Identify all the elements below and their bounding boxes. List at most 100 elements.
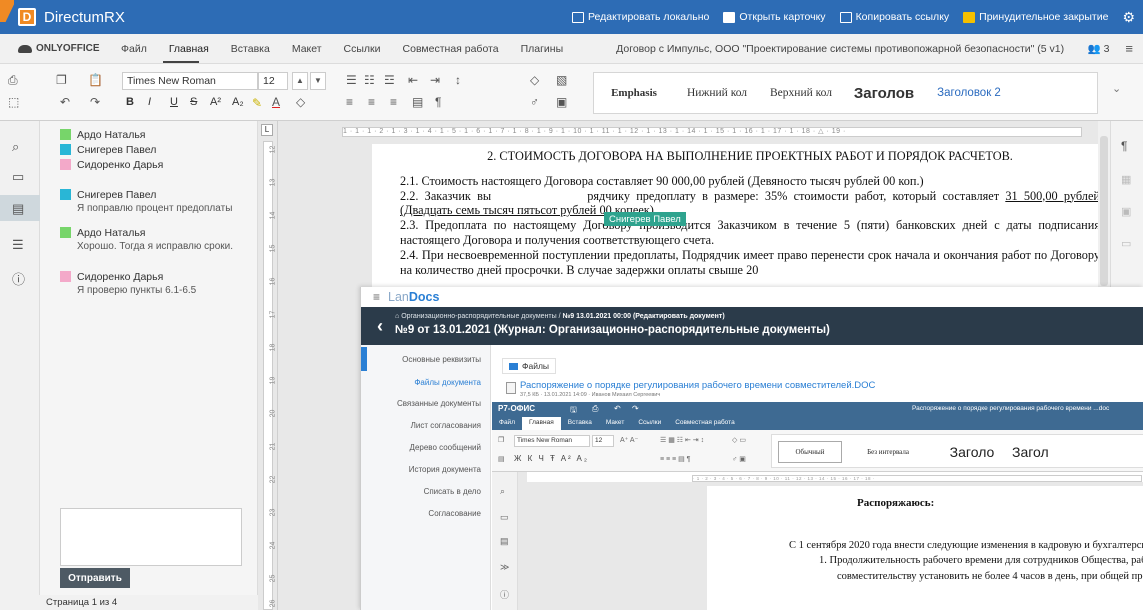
bold-button[interactable]: B — [126, 96, 134, 108]
r7-style-heading-1[interactable]: Заголо — [932, 435, 1012, 469]
line-spacing-icon[interactable]: ↕ — [455, 74, 461, 86]
comments-icon[interactable]: ▭ — [12, 169, 24, 185]
r7-search-icon[interactable]: ⌕ — [500, 486, 505, 497]
select-all-icon[interactable]: ⬚ — [8, 96, 19, 108]
nav-approval-sheet[interactable]: Лист согласования — [361, 421, 481, 430]
search-icon[interactable]: ⌕ — [12, 139, 19, 155]
chat-icon[interactable]: ▤ — [12, 201, 24, 217]
print-icon[interactable]: ⎙ — [8, 74, 18, 86]
file-row[interactable]: Распоряжение о порядке регулирования раб… — [502, 380, 1142, 402]
r7-painter-icon[interactable]: ♂ ▣ — [732, 455, 746, 463]
comment-item[interactable]: Сидоренко Дарья Я проверю пункты 6.1-6.5 — [60, 270, 196, 296]
paste-icon[interactable]: 📋 — [88, 74, 103, 86]
undo-icon[interactable]: ↶ — [60, 96, 70, 108]
copy-icon[interactable]: ❐ — [56, 74, 67, 86]
r7-tab-home[interactable]: Главная — [521, 417, 561, 430]
font-size-select[interactable]: 12 — [258, 72, 288, 90]
navigation-icon[interactable]: ☰ — [12, 237, 24, 253]
menu-plugins[interactable]: Плагины — [510, 43, 575, 55]
style-heading-1[interactable]: Заголов — [842, 73, 926, 113]
r7-tab-references[interactable]: Ссылки — [631, 417, 668, 430]
comment-item[interactable]: Ардо Наталья Хорошо. Тогда я исправлю ср… — [60, 226, 233, 252]
font-color-icon[interactable]: A — [272, 96, 280, 108]
redo-icon[interactable]: ↷ — [90, 96, 100, 108]
r7-chat-icon[interactable]: ▤ — [500, 536, 509, 547]
r7-navigation-icon[interactable]: ≫ — [500, 562, 509, 573]
font-name-select[interactable]: Times New Roman — [122, 72, 258, 90]
indent-decrease-icon[interactable]: ⇤ — [408, 74, 418, 86]
r7-style-no-spacing[interactable]: Без интервала — [852, 435, 924, 469]
r7-font-size-select[interactable]: 12 — [592, 435, 614, 447]
menu-collaboration[interactable]: Совместная работа — [392, 43, 510, 55]
comment-item[interactable]: Снигерев Павел Я поправлю процент предоп… — [60, 188, 232, 214]
r7-undo-icon[interactable]: ↶ — [614, 404, 621, 413]
r7-document-page[interactable]: Распоряжаюсь: С 1 сентября 2020 года вне… — [707, 486, 1143, 610]
back-icon[interactable]: ‹ — [377, 316, 383, 337]
menu-references[interactable]: Ссылки — [333, 43, 392, 55]
subscript-button[interactable]: A₂ — [232, 96, 244, 108]
nav-linked-documents[interactable]: Связанные документы — [361, 399, 481, 408]
files-button[interactable]: Файлы — [502, 358, 557, 374]
r7-copy-icon[interactable]: ❐ — [498, 436, 504, 444]
image-settings-icon[interactable]: ▣ — [1121, 205, 1131, 218]
r7-comments-icon[interactable]: ▭ — [500, 512, 509, 523]
comment-input[interactable] — [60, 508, 242, 566]
r7-tab-layout[interactable]: Макет — [599, 417, 631, 430]
r7-tab-file[interactable]: Файл — [492, 417, 522, 430]
strikethrough-button[interactable]: S — [190, 96, 197, 108]
style-emphasis[interactable]: Emphasis — [594, 73, 674, 113]
menu-icon[interactable]: ≡ — [373, 290, 380, 304]
shape-settings-icon[interactable]: ▭ — [1121, 237, 1131, 250]
r7-shading-icon[interactable]: ◇ ▭ — [732, 436, 746, 444]
r7-info-icon[interactable]: ⓘ — [500, 588, 509, 601]
r7-tab-insert[interactable]: Вставка — [561, 417, 599, 430]
menu-insert[interactable]: Вставка — [220, 43, 281, 55]
r7-style-heading-2[interactable]: Загол — [1012, 435, 1092, 469]
r7-font-grow-icon[interactable]: A⁺ A⁻ — [620, 436, 638, 444]
r7-print-icon[interactable]: ⎙ — [592, 404, 598, 414]
bullets-icon[interactable]: ☰ — [346, 74, 357, 86]
increase-font-button[interactable]: ▲ — [292, 72, 308, 90]
paragraph-icon[interactable]: ¶ — [435, 96, 441, 108]
menu-icon[interactable]: ≡ — [1125, 41, 1133, 56]
align-right-icon[interactable]: ≡ — [390, 96, 397, 108]
home-icon[interactable]: ⌂ — [395, 313, 399, 320]
nav-approval[interactable]: Согласование — [361, 509, 481, 518]
info-icon[interactable]: ⓘ — [12, 269, 25, 288]
scrollbar-thumb[interactable] — [1100, 136, 1108, 286]
numbering-icon[interactable]: ☷ — [364, 74, 375, 86]
justify-icon[interactable]: ▤ — [412, 96, 423, 108]
r7-redo-icon[interactable]: ↷ — [632, 404, 639, 413]
copy-link-button[interactable]: Копировать ссылку — [839, 11, 949, 23]
style-heading-2[interactable]: Заголовок 2 — [926, 73, 1012, 113]
r7-save-icon[interactable]: 🖫 — [570, 404, 577, 418]
r7-tab-collaboration[interactable]: Совместная работа — [668, 417, 741, 430]
edit-locally-button[interactable]: Редактировать локально — [571, 11, 709, 23]
multilevel-icon[interactable]: ☲ — [384, 74, 395, 86]
italic-button[interactable]: I — [148, 96, 151, 108]
style-subscript[interactable]: Нижний кол — [674, 73, 760, 113]
clipboard-style-icon[interactable]: ▣ — [556, 96, 567, 108]
menu-layout[interactable]: Макет — [281, 43, 333, 55]
send-button[interactable]: Отправить — [60, 568, 130, 588]
copy-style-icon[interactable]: ▧ — [556, 74, 567, 86]
highlight-icon[interactable]: ✎ — [252, 97, 262, 109]
document-text[interactable]: 2. СТОИМОСТЬ ДОГОВОРА НА ВЫПОЛНЕНИЕ ПРОЕ… — [400, 149, 1100, 277]
nav-document-history[interactable]: История документа — [361, 465, 481, 474]
nav-main-attributes[interactable]: Основные реквизиты — [361, 355, 481, 364]
r7-align-icons[interactable]: ≡ ≡ ≡ ▤ ¶ — [660, 455, 690, 463]
style-superscript[interactable]: Верхний кол — [760, 73, 842, 113]
r7-format-buttons[interactable]: Ж К Ч Ŧ A² A₂ — [514, 454, 589, 463]
paragraph-settings-icon[interactable]: ¶ — [1121, 139, 1127, 153]
r7-paste-icon[interactable]: ▤ — [498, 455, 505, 463]
gear-icon[interactable]: ⚙ — [1122, 9, 1135, 26]
r7-list-icons[interactable]: ☰ ▦ ☷ ⇤ ⇥ ↕ — [660, 436, 704, 444]
r7-style-normal[interactable]: Обычный — [778, 441, 842, 463]
menu-file[interactable]: Файл — [110, 43, 158, 55]
indent-increase-icon[interactable]: ⇥ — [430, 74, 440, 86]
table-settings-icon[interactable]: ▦ — [1121, 173, 1131, 186]
breadcrumb-part[interactable]: Организационно-распорядительные документ… — [401, 313, 560, 320]
force-close-button[interactable]: Принудительное закрытие — [963, 11, 1108, 23]
underline-button[interactable]: U — [170, 96, 178, 108]
nav-message-tree[interactable]: Дерево сообщений — [361, 443, 481, 452]
